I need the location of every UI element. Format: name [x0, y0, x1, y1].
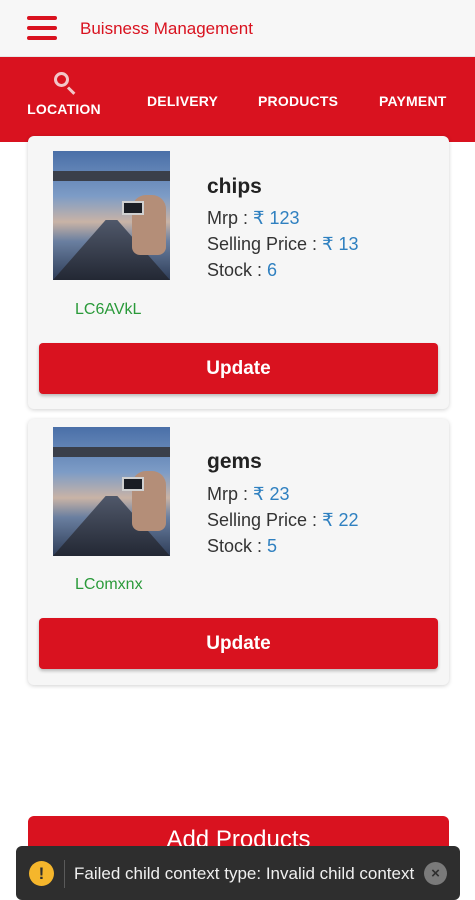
stock-row: Stock : 6 — [207, 257, 359, 283]
toast-message: Failed child context type: Invalid child… — [74, 864, 415, 883]
close-icon[interactable]: × — [424, 862, 447, 885]
update-button[interactable]: Update — [39, 618, 438, 669]
warning-toast[interactable]: ! Failed child context type: Invalid chi… — [16, 846, 460, 900]
product-image — [53, 427, 170, 556]
product-name: gems — [207, 450, 262, 473]
toast-divider — [64, 860, 65, 888]
mrp-row: Mrp : ₹ 123 — [207, 205, 359, 231]
product-card: LComxnx gems Mrp : ₹ 23 Selling Price : … — [28, 419, 449, 685]
product-info: Mrp : ₹ 123 Selling Price : ₹ 13 Stock :… — [207, 205, 359, 283]
mrp-row: Mrp : ₹ 23 — [207, 481, 359, 507]
app-title: Buisness Management — [80, 19, 253, 38]
mrp-label: Mrp : — [207, 484, 249, 504]
selling-price-label: Selling Price : — [207, 234, 318, 254]
search-icon — [51, 69, 77, 95]
stock-label: Stock : — [207, 260, 263, 280]
hamburger-menu-icon[interactable] — [27, 16, 57, 42]
stock-value: 5 — [267, 536, 278, 556]
selling-price-label: Selling Price : — [207, 510, 318, 530]
selling-price-value: ₹ 22 — [322, 510, 359, 530]
stock-value: 6 — [267, 260, 278, 280]
mrp-label: Mrp : — [207, 208, 249, 228]
selling-price-row: Selling Price : ₹ 22 — [207, 507, 359, 533]
mrp-value: ₹ 123 — [253, 208, 300, 228]
warning-icon: ! — [29, 861, 54, 886]
tab-location[interactable]: LOCATION — [22, 69, 106, 133]
stock-row: Stock : 5 — [207, 533, 359, 559]
tab-products[interactable]: PRODUCTS — [258, 93, 338, 109]
app-bar: Buisness Management — [0, 0, 475, 57]
tab-payment[interactable]: PAYMENT — [379, 93, 447, 109]
product-card: LC6AVkL chips Mrp : ₹ 123 Selling Price … — [28, 136, 449, 409]
stock-label: Stock : — [207, 536, 263, 556]
selling-price-row: Selling Price : ₹ 13 — [207, 231, 359, 257]
update-button[interactable]: Update — [39, 343, 438, 394]
product-image — [53, 151, 170, 280]
tab-delivery[interactable]: DELIVERY — [147, 93, 218, 109]
product-code: LComxnx — [75, 576, 143, 593]
selling-price-value: ₹ 13 — [322, 234, 359, 254]
product-name: chips — [207, 175, 262, 198]
product-info: Mrp : ₹ 23 Selling Price : ₹ 22 Stock : … — [207, 481, 359, 559]
tab-bar: LOCATION DELIVERY PRODUCTS PAYMENT — [0, 57, 475, 142]
product-code: LC6AVkL — [75, 301, 142, 318]
mrp-value: ₹ 23 — [253, 484, 290, 504]
tab-location-label: LOCATION — [27, 101, 101, 117]
